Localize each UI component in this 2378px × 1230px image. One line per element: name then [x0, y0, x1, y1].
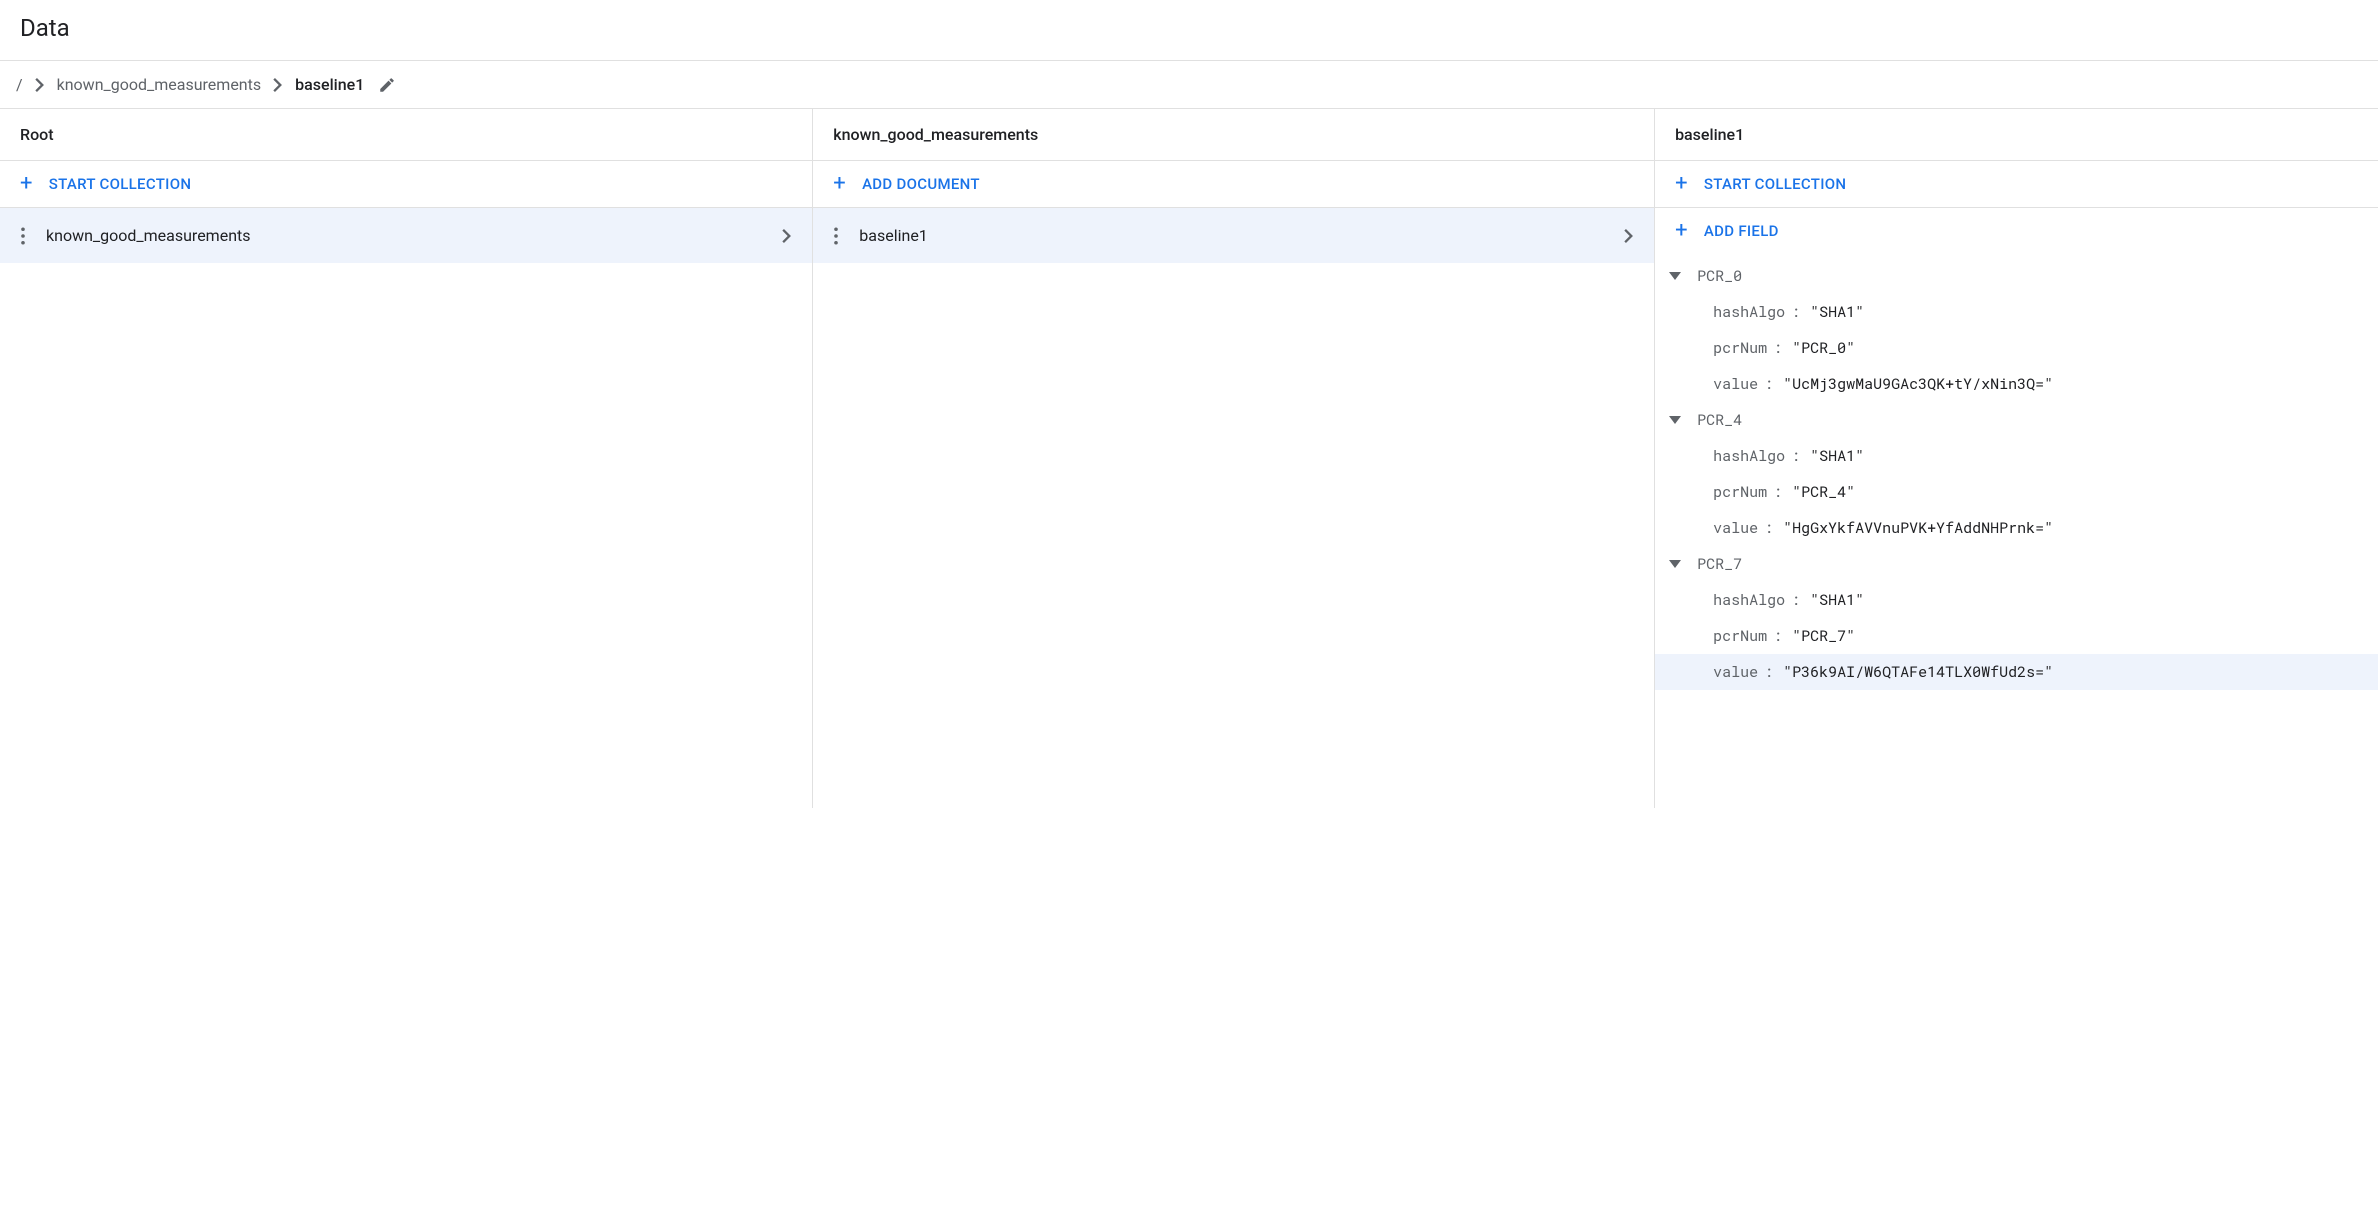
field-key: pcrNum [1713, 626, 1767, 646]
panel-root-title: Root [0, 109, 812, 161]
field-row[interactable]: hashAlgo: "SHA1" [1655, 294, 2378, 330]
add-field-button[interactable]: + ADD FIELD [1655, 208, 2378, 254]
plus-icon: + [833, 173, 846, 195]
field-key: value [1713, 662, 1758, 682]
chevron-right-icon [273, 78, 283, 92]
field-group: PCR_4hashAlgo:"SHA1"pcrNum:"PCR_4"value:… [1655, 402, 2378, 546]
field-value: "HgGxYkfAVVnuPVK+YfAddNHPrnk=" [1783, 518, 2053, 538]
start-collection-button[interactable]: + START COLLECTION [0, 161, 812, 208]
field-colon: : [1764, 518, 1773, 538]
expand-triangle-icon [1669, 416, 1687, 424]
field-value: "SHA1" [1810, 446, 1864, 466]
field-key: value [1713, 518, 1758, 538]
field-name: PCR_0 [1697, 266, 1742, 286]
list-item-label: known_good_measurements [46, 226, 762, 245]
field-colon: : [1773, 626, 1782, 646]
collection-list: baseline1 [813, 208, 1654, 263]
field-header[interactable]: PCR_4 [1655, 402, 2378, 438]
action-label: START COLLECTION [1704, 175, 1847, 193]
field-key: hashAlgo [1713, 302, 1785, 322]
chevron-right-icon [782, 229, 792, 243]
field-value: "SHA1" [1810, 302, 1864, 322]
field-row[interactable]: value: "HgGxYkfAVVnuPVK+YfAddNHPrnk=" [1655, 510, 2378, 546]
field-value: "P36k9AI/W6QTAFe14TLX0WfUd2s=" [1783, 662, 2053, 682]
breadcrumb: / known_good_measurements baseline1 [0, 61, 2378, 108]
field-value: "SHA1" [1810, 590, 1864, 610]
plus-icon: + [1675, 173, 1688, 195]
plus-icon: + [20, 173, 33, 195]
field-colon: : [1764, 374, 1773, 394]
start-collection-button[interactable]: + START COLLECTION [1655, 161, 2378, 208]
action-label: START COLLECTION [49, 175, 192, 193]
field-key: pcrNum [1713, 482, 1767, 502]
field-colon: : [1791, 590, 1800, 610]
field-row[interactable]: hashAlgo: "SHA1" [1655, 438, 2378, 474]
kebab-icon[interactable] [833, 227, 839, 245]
field-group: PCR_0hashAlgo:"SHA1"pcrNum:"PCR_0"value:… [1655, 258, 2378, 402]
field-colon: : [1764, 662, 1773, 682]
field-row[interactable]: pcrNum: "PCR_4" [1655, 474, 2378, 510]
field-name: PCR_7 [1697, 554, 1742, 574]
field-key: pcrNum [1713, 338, 1767, 358]
field-key: value [1713, 374, 1758, 394]
panel-collection-title: known_good_measurements [813, 109, 1654, 161]
field-row[interactable]: pcrNum: "PCR_7" [1655, 618, 2378, 654]
field-row[interactable]: pcrNum: "PCR_0" [1655, 330, 2378, 366]
panels: Root + START COLLECTION known_good_measu… [0, 108, 2378, 808]
document-fields: PCR_0hashAlgo:"SHA1"pcrNum:"PCR_0"value:… [1655, 254, 2378, 710]
chevron-right-icon [35, 78, 45, 92]
field-value: "PCR_7" [1792, 626, 1855, 646]
field-row[interactable]: value: "P36k9AI/W6QTAFe14TLX0WfUd2s=" [1655, 654, 2378, 690]
list-item[interactable]: known_good_measurements [0, 208, 812, 263]
breadcrumb-collection[interactable]: known_good_measurements [57, 75, 262, 94]
field-colon: : [1773, 482, 1782, 502]
expand-triangle-icon [1669, 272, 1687, 280]
panel-document: baseline1 + START COLLECTION + ADD FIELD… [1655, 109, 2378, 808]
plus-icon: + [1675, 220, 1688, 242]
panel-document-title: baseline1 [1655, 109, 2378, 161]
chevron-right-icon [1624, 229, 1634, 243]
field-key: hashAlgo [1713, 446, 1785, 466]
action-label: ADD FIELD [1704, 222, 1779, 240]
list-item[interactable]: baseline1 [813, 208, 1654, 263]
field-header[interactable]: PCR_7 [1655, 546, 2378, 582]
page-title: Data [0, 0, 2378, 60]
breadcrumb-root[interactable]: / [16, 75, 23, 94]
field-colon: : [1773, 338, 1782, 358]
field-header[interactable]: PCR_0 [1655, 258, 2378, 294]
add-document-button[interactable]: + ADD DOCUMENT [813, 161, 1654, 208]
field-row[interactable]: hashAlgo: "SHA1" [1655, 582, 2378, 618]
action-label: ADD DOCUMENT [862, 175, 980, 193]
panel-root: Root + START COLLECTION known_good_measu… [0, 109, 813, 808]
field-colon: : [1791, 302, 1800, 322]
field-value: "UcMj3gwMaU9GAc3QK+tY/xNin3Q=" [1783, 374, 2053, 394]
field-colon: : [1791, 446, 1800, 466]
field-name: PCR_4 [1697, 410, 1742, 430]
list-item-label: baseline1 [859, 226, 1604, 245]
field-row[interactable]: value: "UcMj3gwMaU9GAc3QK+tY/xNin3Q=" [1655, 366, 2378, 402]
breadcrumb-document[interactable]: baseline1 [295, 75, 364, 94]
field-key: hashAlgo [1713, 590, 1785, 610]
field-value: "PCR_0" [1792, 338, 1855, 358]
field-group: PCR_7hashAlgo:"SHA1"pcrNum:"PCR_7"value:… [1655, 546, 2378, 690]
kebab-icon[interactable] [20, 227, 26, 245]
expand-triangle-icon [1669, 560, 1687, 568]
field-value: "PCR_4" [1792, 482, 1855, 502]
panel-collection: known_good_measurements + ADD DOCUMENT b… [813, 109, 1655, 808]
pencil-icon[interactable] [378, 76, 396, 94]
root-list: known_good_measurements [0, 208, 812, 263]
